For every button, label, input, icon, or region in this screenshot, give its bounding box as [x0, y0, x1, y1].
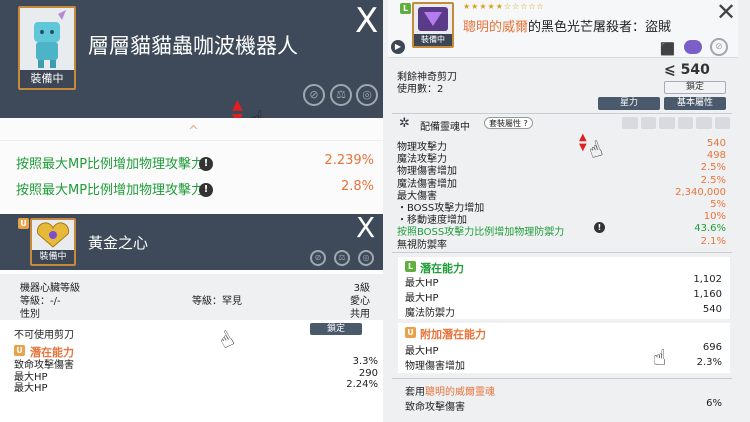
play-icon[interactable]: ▶: [391, 40, 405, 54]
panel2-compare-icon-3[interactable]: ◎: [358, 250, 374, 266]
panel3-grade-badge: L: [400, 3, 411, 14]
panel3-soul-label: 配備靈魂中: [420, 122, 470, 133]
panel3-stat-value: 10%: [703, 211, 726, 223]
panel1-item-icon[interactable]: 裝備中: [18, 6, 76, 90]
panel3-star-rating: ★★★★★☆☆☆☆☆: [463, 2, 545, 11]
panel3-additional-label: 最大HP: [405, 346, 439, 357]
panel1-divider: [0, 140, 383, 141]
panel3-potential-label: 最大HP: [405, 278, 439, 289]
panel3-soul-skill-icons: [622, 117, 730, 129]
panel2-gender-value: 共用: [350, 309, 370, 320]
panel3-soul-effect-value: 6%: [706, 398, 722, 409]
panel1-compare-icon-2[interactable]: ⚖: [330, 84, 352, 106]
panel2-close-button[interactable]: X: [356, 214, 375, 242]
panel3-divider: [392, 378, 732, 379]
panel3-title-prefix: 聰明的威爾: [463, 20, 529, 35]
panel1-stat-value: 2.8%: [340, 179, 374, 194]
panel3-potential-value: 1,160: [693, 289, 722, 300]
panel3-soul-set-name: 聰明的威爾靈魂: [425, 387, 495, 398]
panel1-equip-tag: 裝備中: [20, 70, 74, 88]
panel3-star-force-button[interactable]: 星力: [598, 97, 660, 110]
panel2-lock-button[interactable]: 鎖定: [310, 323, 362, 335]
panel3-potential-label: 魔法防禦力: [405, 308, 455, 319]
panel3-divider: [392, 252, 732, 253]
panel3-base-stats-button[interactable]: 基本屬性: [664, 97, 726, 110]
panel3-set-stats-button[interactable]: 套裝屬性 ?: [484, 117, 533, 129]
panel3-stat-value: 5%: [710, 199, 726, 210]
robot-icon: [34, 10, 66, 68]
panel2-item-icon[interactable]: 裝備中: [30, 218, 76, 266]
panel1-close-button[interactable]: X: [355, 4, 378, 38]
panel3-compare-icon[interactable]: ⊘: [710, 38, 728, 56]
panel3-additional-label: 物理傷害增加: [405, 361, 465, 372]
panel3-equip-tag: 裝備中: [414, 34, 452, 46]
panel1-item-name: 層層貓貓蟲咖波機器人: [88, 34, 298, 58]
panel1-compare-icon-3[interactable]: ◎: [356, 84, 378, 106]
panel2-rank-label: 等級：罕見: [192, 296, 242, 307]
panel1-stat-label: 按照最大MP比例增加物理攻擊力: [16, 157, 205, 172]
panel3-stat-value: 2.5%: [700, 162, 726, 174]
panel2-item-name: 黃金之心: [88, 234, 149, 252]
panel3-stat-value: 2.1%: [700, 235, 726, 247]
golden-heart-icon: [36, 222, 70, 248]
panel3-uses-label: 使用數：2: [397, 84, 444, 95]
panel3-potential-value: 540: [702, 304, 722, 315]
soul-icon: ✲: [399, 116, 410, 131]
panel3-potential-label: 最大HP: [405, 293, 439, 304]
panel3-stat-value: 43.6%: [694, 223, 726, 235]
panel2-grade-badge: U: [18, 218, 29, 229]
panel2-compare-icon-2[interactable]: ⚖: [334, 250, 350, 266]
panel3-soul-set: 套用聰明的威爾靈魂: [405, 383, 495, 398]
panel3-potential-value: 1,102: [693, 274, 722, 285]
panel2-gender-label: 性別: [20, 309, 40, 320]
panel1-stat-value: 2.239%: [324, 153, 374, 168]
panel2-potential-value: 290: [358, 368, 378, 379]
panel2-potential-value: 2.24%: [346, 379, 378, 390]
panel2-potential-label: 最大HP: [14, 383, 48, 394]
panel3-additional-title: 附加潛在能力: [420, 328, 486, 341]
panel2-potential-grade: U: [14, 345, 25, 356]
panel2-equip-tag: 裝備中: [32, 250, 74, 264]
panel3-scissors-value: ⩽ 540: [664, 62, 710, 78]
panel3-title: 聰明的威爾的黑色光芒屠殺者：盜賊: [463, 16, 671, 35]
cursor-hand-icon: ☝: [214, 326, 239, 355]
cursor-hand-icon: ☝: [653, 346, 667, 371]
panel1-warn-icon[interactable]: !: [199, 177, 213, 197]
panel1-warn-icon[interactable]: !: [199, 151, 213, 171]
panel3-stat-value: 540: [706, 138, 726, 149]
panel3-stat-label: 無視防禦率: [397, 239, 447, 251]
panel2-scissors-label: 不可使用剪刀: [14, 330, 74, 341]
panel3-set-stats-label: 套裝屬性: [489, 119, 521, 128]
panel3-potential-grade: L: [405, 261, 416, 272]
panel1-compare-icon-1[interactable]: ⊘: [303, 84, 325, 106]
panel3-title-suffix: 的黑色光芒屠殺者：盜賊: [528, 20, 672, 35]
claw-weapon-icon: [418, 7, 448, 31]
panel3-lock-button[interactable]: 鎖定: [664, 81, 726, 94]
panel3-stat-value: 2,340,000: [675, 186, 726, 198]
panel3-divider: [392, 113, 732, 114]
panel3-cube-icon[interactable]: ⬛: [660, 42, 675, 56]
panel1-stat-label: 按照最大MP比例增加物理攻擊力: [16, 183, 205, 198]
panel2-compare-icon-1[interactable]: ⊘: [310, 250, 326, 266]
panel3-close-button[interactable]: ✕: [716, 0, 736, 24]
panel2-potential-value: 3.3%: [352, 356, 378, 367]
panel3-soul-set-label: 套用: [405, 387, 425, 398]
panel3-soul-effect-label: 致命攻擊傷害: [405, 402, 465, 413]
panel3-item-icon[interactable]: 裝備中: [412, 2, 454, 48]
panel1-caret-icon: ^: [188, 124, 199, 139]
panel3-additional-grade: U: [405, 327, 416, 338]
panel3-stat-value: 2.5%: [700, 174, 726, 186]
panel3-stat-value: 498: [706, 150, 726, 162]
panel3-orb-icon[interactable]: [684, 40, 702, 54]
